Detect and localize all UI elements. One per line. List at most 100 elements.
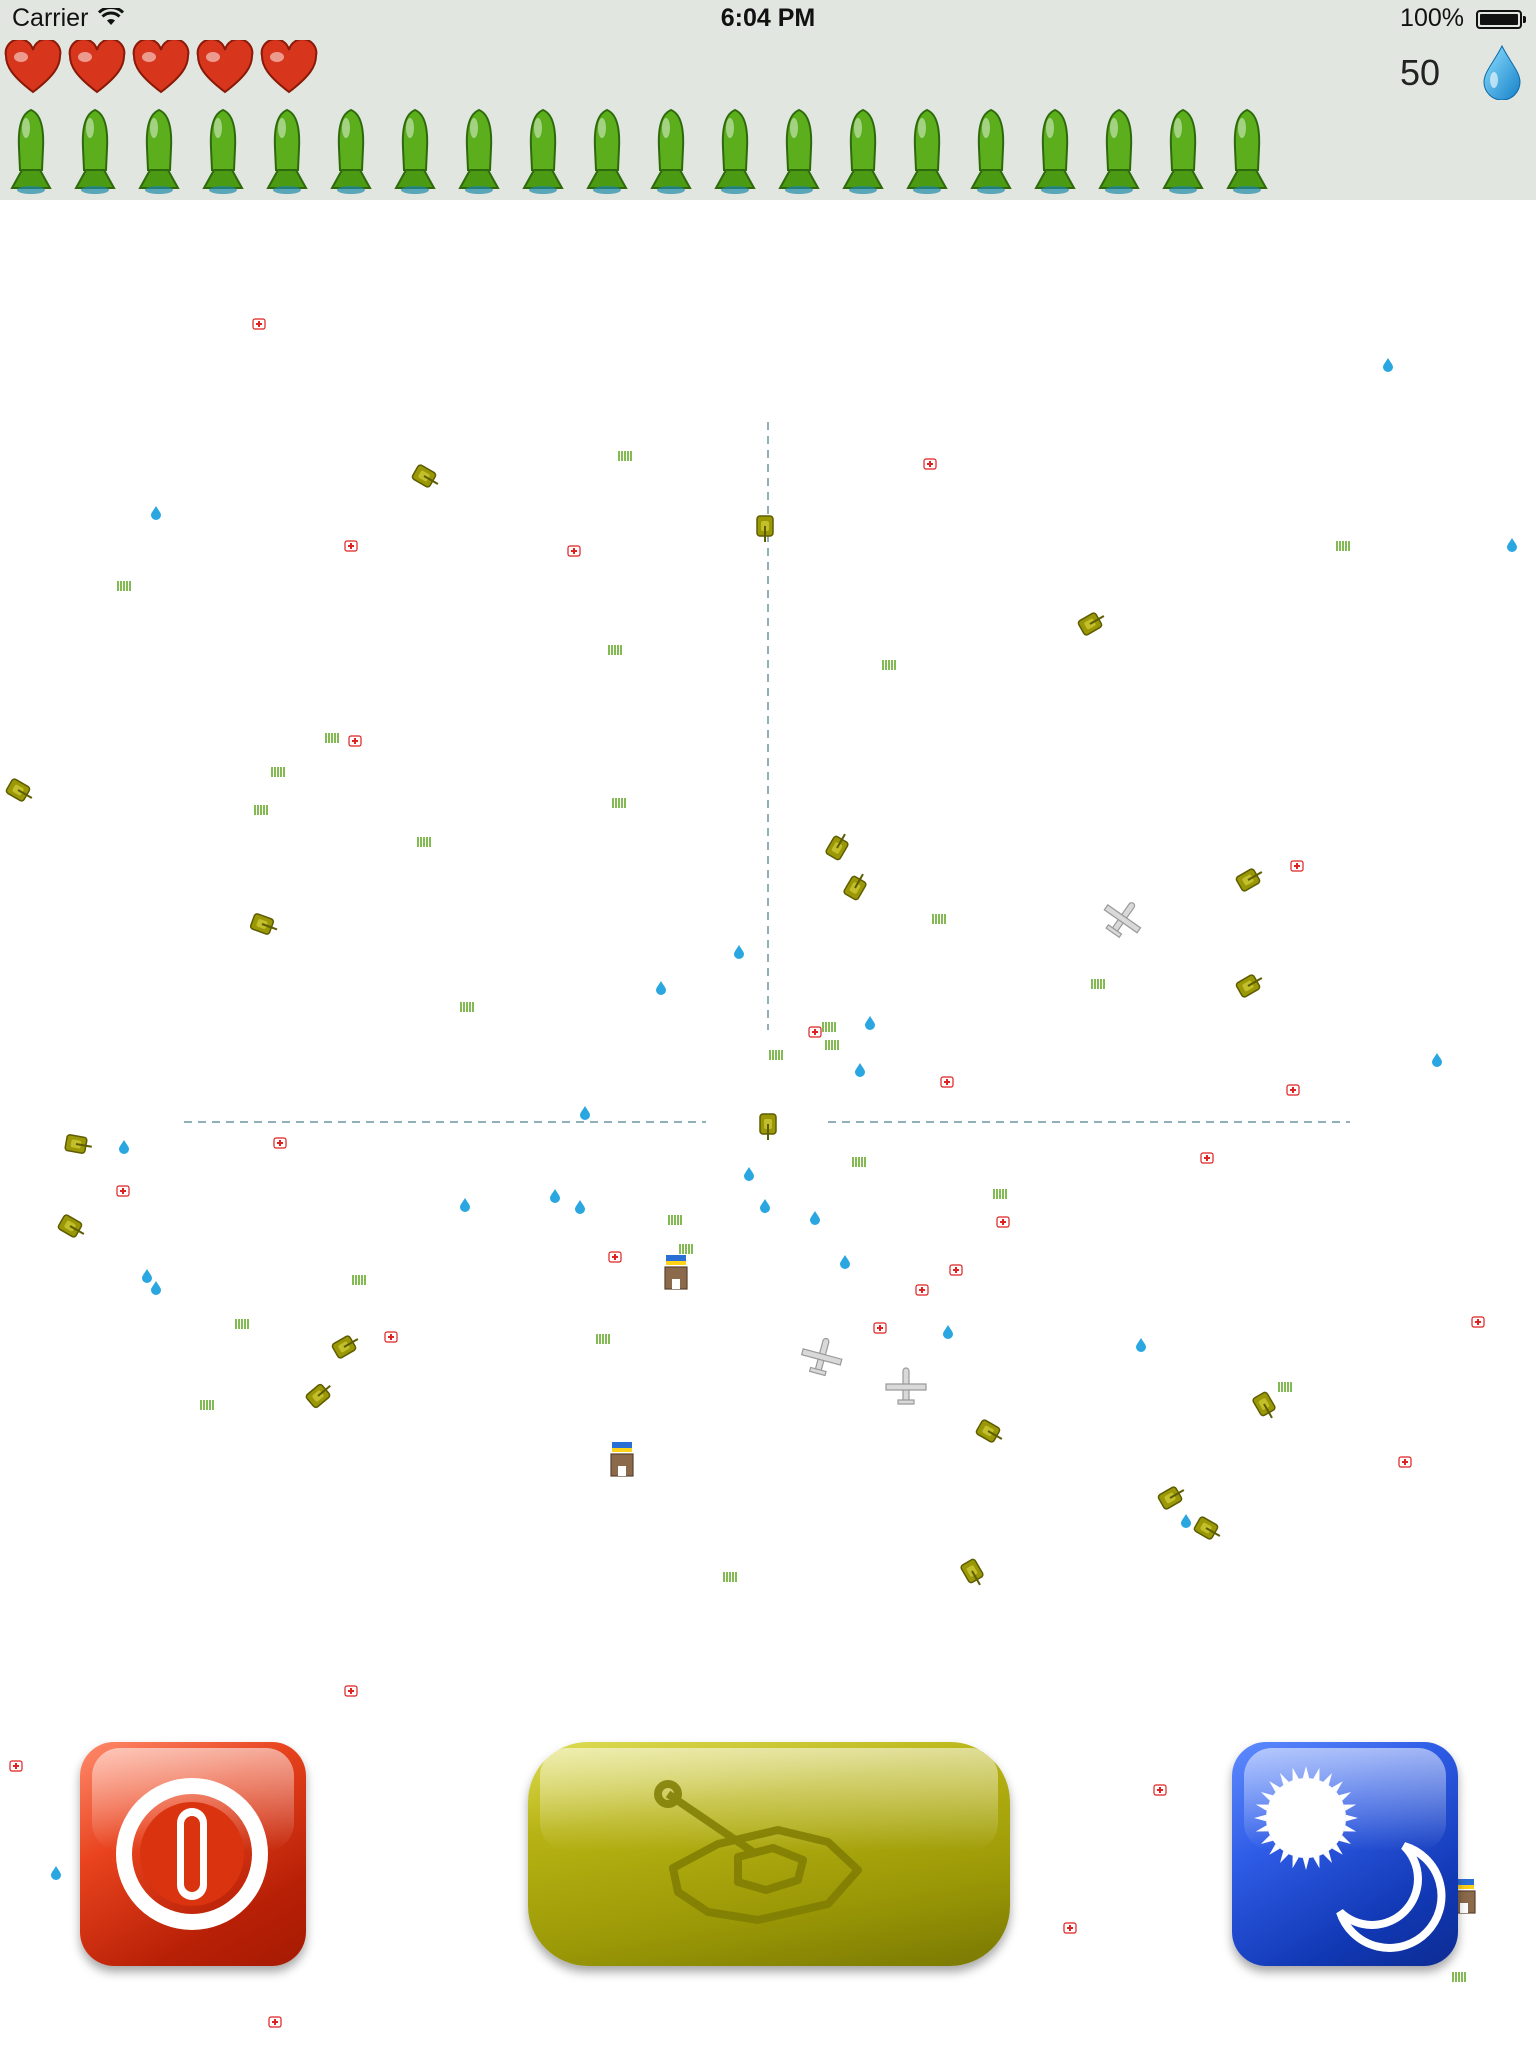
medkit-icon — [567, 545, 581, 557]
battery-icon — [1476, 10, 1526, 29]
water-drop-icon — [119, 1140, 129, 1154]
grass-icon — [1091, 979, 1105, 989]
water-drop-icon — [460, 1198, 470, 1212]
water-drop-icon — [151, 506, 161, 520]
water-drop-icon — [1483, 44, 1521, 100]
grass-icon — [612, 798, 626, 808]
tank-icon — [843, 873, 867, 901]
tank-icon — [331, 1335, 359, 1359]
water-count: 50 — [1399, 52, 1440, 93]
bomb-icon — [842, 108, 884, 194]
grass-icon — [325, 733, 339, 743]
grass-icon — [608, 645, 622, 655]
tank-icon — [249, 913, 278, 935]
water-drop-icon — [734, 945, 744, 959]
bomb-icon — [1162, 108, 1204, 194]
tank-icon — [1193, 1516, 1221, 1540]
water-drop-icon — [760, 1199, 770, 1213]
heart-icon — [132, 40, 190, 94]
medkit-icon — [116, 1185, 130, 1197]
medkit-icon — [1398, 1456, 1412, 1468]
bomb-icon — [650, 108, 692, 194]
medkit-icon — [808, 1026, 822, 1038]
medkit-icon — [9, 1760, 23, 1772]
tank-icon — [759, 1113, 777, 1140]
grass-icon — [460, 1002, 474, 1012]
bomb-icon — [202, 108, 244, 194]
tank-icon — [5, 778, 33, 802]
grass-icon — [1336, 541, 1350, 551]
tank-icon — [57, 1214, 85, 1238]
grass-icon — [882, 660, 896, 670]
medkit-icon — [1471, 1316, 1485, 1328]
grass-icon — [417, 837, 431, 847]
grass-icon — [679, 1244, 693, 1254]
bomb-icon — [1034, 108, 1076, 194]
grass-icon — [271, 767, 285, 777]
bomb-icon — [138, 108, 180, 194]
bomb-icon — [586, 108, 628, 194]
medkit-icon — [949, 1264, 963, 1276]
heart-icon — [260, 40, 318, 94]
medkit-icon — [915, 1284, 929, 1296]
grass-icon — [596, 1334, 610, 1344]
grass-icon — [254, 805, 268, 815]
bomb-icon — [330, 108, 372, 194]
medkit-icon — [384, 1331, 398, 1343]
clock: 6:04 PM — [720, 4, 816, 32]
grass-icon — [235, 1319, 249, 1329]
water-drop-icon — [744, 1167, 754, 1181]
tank-icon — [1235, 974, 1263, 998]
water-drop-icon — [151, 1281, 161, 1295]
tower-icon — [664, 1255, 688, 1290]
bomb-icon — [906, 108, 948, 194]
bomb-icon — [714, 108, 756, 194]
tank-icon — [975, 1419, 1003, 1443]
water-drop-icon — [943, 1325, 953, 1339]
bomb-icon — [394, 108, 436, 194]
water-drop-icon — [580, 1106, 590, 1120]
medkit-icon — [252, 318, 266, 330]
grass-icon — [822, 1022, 836, 1032]
power-icon — [116, 1778, 268, 1930]
medkit-icon — [348, 735, 362, 747]
grass-icon — [852, 1157, 866, 1167]
grass-icon — [668, 1215, 682, 1225]
medkit-icon — [923, 458, 937, 470]
bomb-icon — [458, 108, 500, 194]
tank-icon — [1077, 612, 1105, 636]
medkit-icon — [344, 1685, 358, 1697]
bomb-icon — [970, 108, 1012, 194]
power-button[interactable] — [80, 1742, 306, 1966]
water-drop-icon — [810, 1211, 820, 1225]
tank-icon — [64, 1134, 92, 1154]
heart-icon — [196, 40, 254, 94]
medkit-icon — [873, 1322, 887, 1334]
medkit-icon — [344, 540, 358, 552]
grass-icon — [825, 1040, 839, 1050]
water-drop-icon — [1432, 1053, 1442, 1067]
grass-icon — [200, 1400, 214, 1410]
grass-icon — [769, 1050, 783, 1060]
tank-icon — [960, 1558, 984, 1586]
heart-icon — [68, 40, 126, 94]
grass-icon — [1278, 1382, 1292, 1392]
tank-icon — [411, 464, 439, 488]
water-drop-icon — [855, 1063, 865, 1077]
game-hud: Carrier 6:04 PM 100% 50 — [0, 0, 1536, 200]
battery-percent: 100% — [1400, 4, 1464, 32]
bomb-icon — [1226, 108, 1268, 194]
bomb-icon — [1098, 108, 1140, 194]
grass-icon — [618, 451, 632, 461]
day-night-button[interactable] — [1232, 1742, 1458, 1966]
bomb-icon — [522, 108, 564, 194]
water-drop-icon — [656, 981, 666, 995]
fire-button[interactable] — [528, 1742, 1010, 1966]
tank-icon — [654, 1780, 862, 1924]
plane-icon — [800, 1337, 843, 1377]
tank-icon — [1235, 868, 1263, 892]
grass-icon — [723, 1572, 737, 1582]
bomb-icon — [74, 108, 116, 194]
bomb-icon — [778, 108, 820, 194]
water-drop-icon — [575, 1200, 585, 1214]
